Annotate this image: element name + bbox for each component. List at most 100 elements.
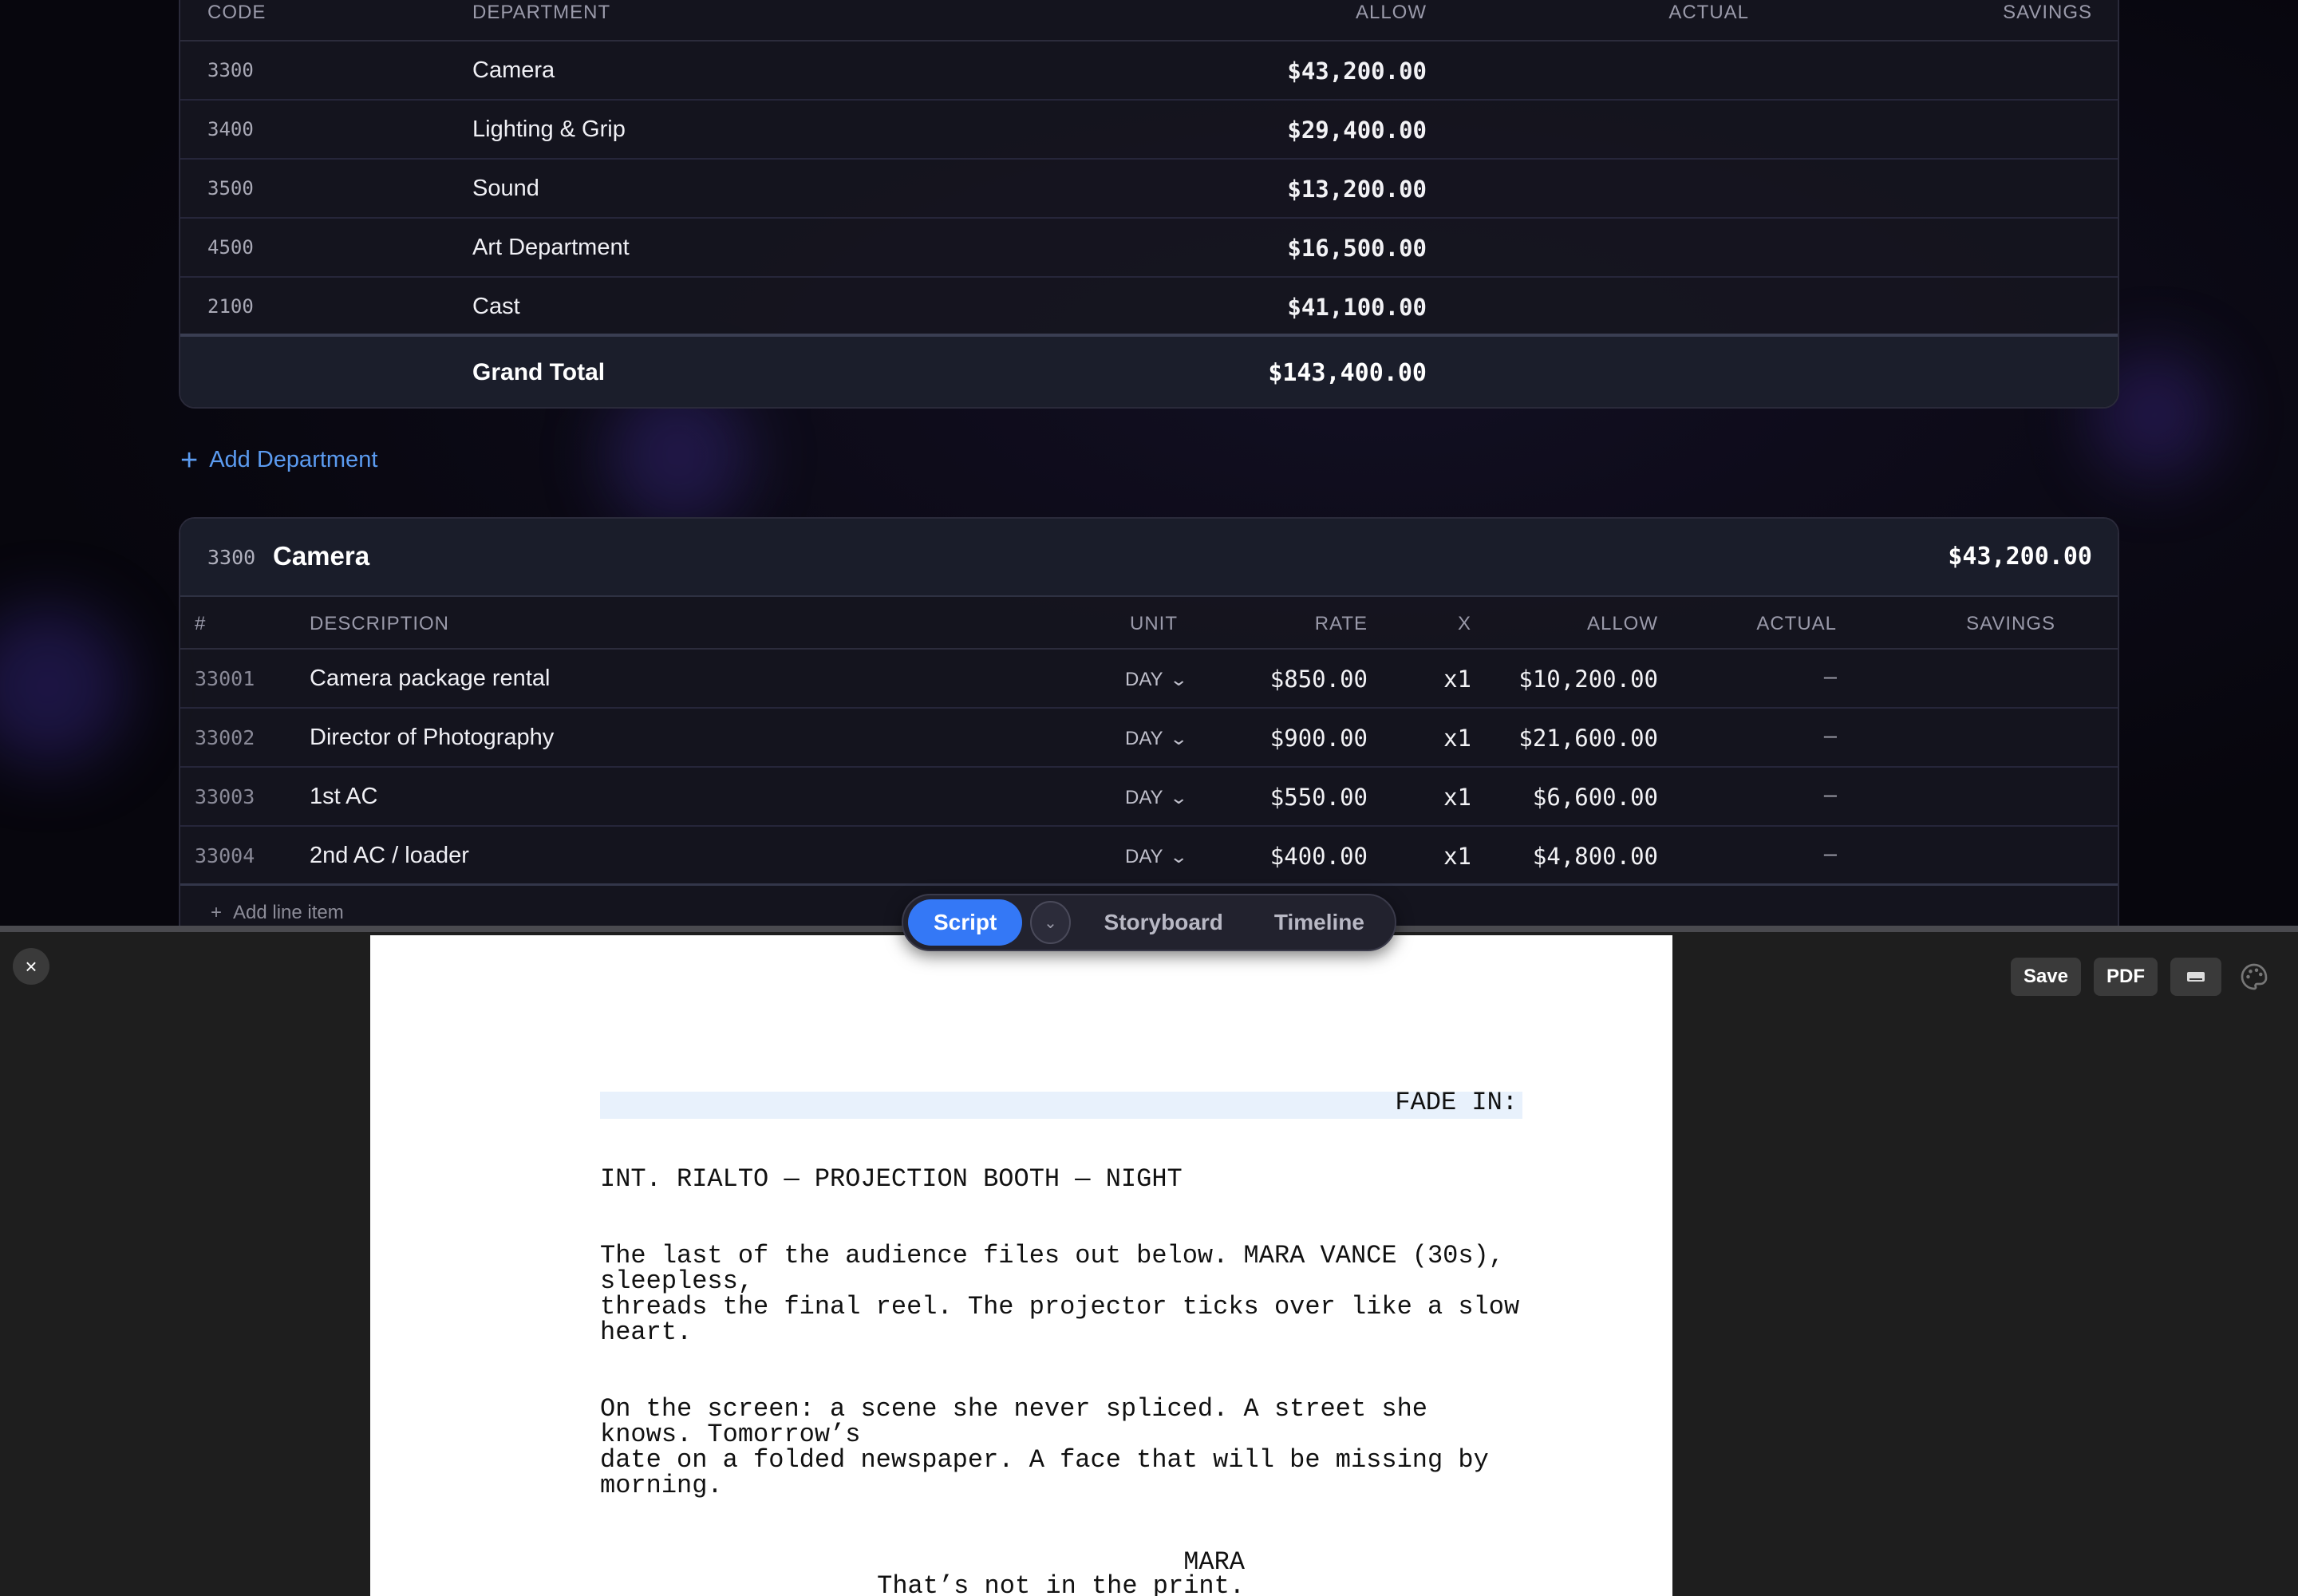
item-description[interactable]: Director of Photography xyxy=(310,725,554,751)
item-allow: $10,200.00 xyxy=(1518,666,1658,693)
transition-line[interactable]: FADE IN: xyxy=(600,1090,1518,1116)
theme-button[interactable] xyxy=(2234,958,2274,996)
unit-value: DAY xyxy=(1125,846,1163,867)
department-total: $43,200.00 xyxy=(1948,543,2092,571)
dept-name: Lighting & Grip xyxy=(472,117,626,142)
item-rate[interactable]: $400.00 xyxy=(1270,843,1368,870)
editor-toolbar: Save PDF xyxy=(2010,958,2298,996)
dept-code: 2100 xyxy=(207,295,254,318)
item-multiplier[interactable]: x1 xyxy=(1443,725,1471,752)
tab-script[interactable]: Script xyxy=(908,899,1023,946)
header-savings: SAVINGS xyxy=(2003,2,2092,23)
tab-storyboard[interactable]: Storyboard xyxy=(1079,899,1249,946)
table-row[interactable]: 33004 2nd AC / loader DAY ⌄ $400.00 x1 $4… xyxy=(180,827,2118,886)
table-row[interactable]: 33001 Camera package rental DAY ⌄ $850.00… xyxy=(180,650,2118,709)
item-number: 33004 xyxy=(195,844,255,867)
dept-allow: $29,400.00 xyxy=(1287,117,1427,144)
department-header[interactable]: 3300 Camera $43,200.00 xyxy=(180,519,2118,597)
table-row[interactable]: 3400 Lighting & Grip $29,400.00 xyxy=(180,101,2118,160)
header-description: DESCRIPTION xyxy=(310,613,450,634)
item-allow: $4,800.00 xyxy=(1532,843,1658,870)
item-allow: $6,600.00 xyxy=(1532,784,1658,811)
chevron-down-icon: ⌄ xyxy=(1044,914,1057,932)
item-description[interactable]: 1st AC xyxy=(310,784,377,810)
unit-select[interactable]: DAY ⌄ xyxy=(1125,669,1188,691)
action-line[interactable]: morning. xyxy=(600,1473,723,1499)
plus-icon: + xyxy=(211,902,223,923)
script-page[interactable]: FADE IN: INT. RIALTO — PROJECTION BOOTH … xyxy=(370,935,1672,1596)
add-line-item-button[interactable]: + Add line item xyxy=(211,902,344,924)
view-switcher: Script ⌄ Storyboard Timeline xyxy=(902,894,1396,951)
item-multiplier[interactable]: x1 xyxy=(1443,843,1471,870)
action-line[interactable]: date on a folded newspaper. A face that … xyxy=(600,1448,1489,1473)
dept-code: 3300 xyxy=(207,59,254,81)
save-button[interactable]: Save xyxy=(2010,958,2081,996)
action-line[interactable]: The last of the audience files out below… xyxy=(600,1243,1504,1269)
item-description[interactable]: 2nd AC / loader xyxy=(310,843,469,869)
line-items-header-row: # DESCRIPTION UNIT RATE X ALLOW ACTUAL S… xyxy=(180,597,2118,650)
header-allow: ALLOW xyxy=(1355,2,1427,23)
table-row[interactable]: 3300 Camera $43,200.00 xyxy=(180,41,2118,101)
item-actual[interactable]: – xyxy=(1824,782,1837,808)
item-actual[interactable]: – xyxy=(1824,841,1837,867)
department-title: Camera xyxy=(273,541,370,571)
add-department-button[interactable]: + Add Department xyxy=(180,443,377,477)
dept-name: Sound xyxy=(472,176,539,201)
table-row[interactable]: 4500 Art Department $16,500.00 xyxy=(180,219,2118,278)
action-line[interactable]: heart. xyxy=(600,1320,692,1345)
dept-name: Camera xyxy=(472,57,555,83)
chevron-down-icon: ⌄ xyxy=(1168,729,1188,749)
unit-value: DAY xyxy=(1125,669,1163,690)
unit-value: DAY xyxy=(1125,728,1163,749)
dialogue-line[interactable]: That’s not in the print. xyxy=(370,1574,1245,1596)
header-savings: SAVINGS xyxy=(1966,613,2055,634)
header-actual: ACTUAL xyxy=(1668,2,1749,23)
action-line[interactable]: On the screen: a scene she never spliced… xyxy=(600,1396,1427,1422)
item-description[interactable]: Camera package rental xyxy=(310,666,550,692)
dept-allow: $41,100.00 xyxy=(1287,294,1427,321)
unit-select[interactable]: DAY ⌄ xyxy=(1125,787,1188,809)
close-button[interactable]: × xyxy=(13,948,49,985)
script-options-dropdown[interactable]: ⌄ xyxy=(1030,901,1071,944)
grand-total-label: Grand Total xyxy=(472,359,606,385)
item-actual[interactable]: – xyxy=(1824,723,1837,749)
scene-heading[interactable]: INT. RIALTO — PROJECTION BOOTH — NIGHT xyxy=(600,1167,1183,1192)
item-rate[interactable]: $850.00 xyxy=(1270,666,1368,693)
action-line[interactable]: knows. Tomorrow’s xyxy=(600,1422,860,1448)
palette-icon xyxy=(2241,963,2268,990)
dept-allow: $43,200.00 xyxy=(1287,57,1427,85)
unit-select[interactable]: DAY ⌄ xyxy=(1125,846,1188,868)
dept-code: 4500 xyxy=(207,236,254,259)
header-department: DEPARTMENT xyxy=(472,2,611,23)
grand-total-row: Grand Total $143,400.00 xyxy=(180,334,2118,407)
unit-select[interactable]: DAY ⌄ xyxy=(1125,728,1188,750)
script-editor-panel: × FADE IN: INT. RIALTO — PROJECTION BOOT… xyxy=(0,932,2298,1596)
chevron-down-icon: ⌄ xyxy=(1168,788,1188,808)
tab-timeline[interactable]: Timeline xyxy=(1249,899,1390,946)
department-code: 3300 xyxy=(207,546,256,569)
close-icon: × xyxy=(25,954,38,978)
action-line[interactable]: threads the final reel. The projector ti… xyxy=(600,1294,1519,1320)
dept-allow: $13,200.00 xyxy=(1287,176,1427,203)
pdf-button[interactable]: PDF xyxy=(2094,958,2158,996)
item-number: 33003 xyxy=(195,785,255,808)
action-line[interactable]: sleepless, xyxy=(600,1269,753,1294)
keyboard-button[interactable] xyxy=(2170,958,2221,996)
item-multiplier[interactable]: x1 xyxy=(1443,784,1471,811)
header-number: # xyxy=(195,613,207,634)
item-actual[interactable]: – xyxy=(1824,664,1837,690)
add-line-item-label: Add line item xyxy=(233,902,344,923)
table-row[interactable]: 33003 1st AC DAY ⌄ $550.00 x1 $6,600.00 – xyxy=(180,768,2118,827)
camera-department-card: 3300 Camera $43,200.00 # DESCRIPTION UNI… xyxy=(179,517,2119,926)
item-rate[interactable]: $900.00 xyxy=(1270,725,1368,752)
dept-name: Cast xyxy=(472,294,520,319)
keyboard-icon xyxy=(2187,972,2205,982)
item-multiplier[interactable]: x1 xyxy=(1443,666,1471,693)
plus-icon: + xyxy=(180,443,199,477)
table-row[interactable]: 3500 Sound $13,200.00 xyxy=(180,160,2118,219)
table-row[interactable]: 33002 Director of Photography DAY ⌄ $900.… xyxy=(180,709,2118,768)
header-actual: ACTUAL xyxy=(1756,613,1837,634)
table-row[interactable]: 2100 Cast $41,100.00 xyxy=(180,278,2118,337)
item-rate[interactable]: $550.00 xyxy=(1270,784,1368,811)
header-code: CODE xyxy=(207,2,267,23)
